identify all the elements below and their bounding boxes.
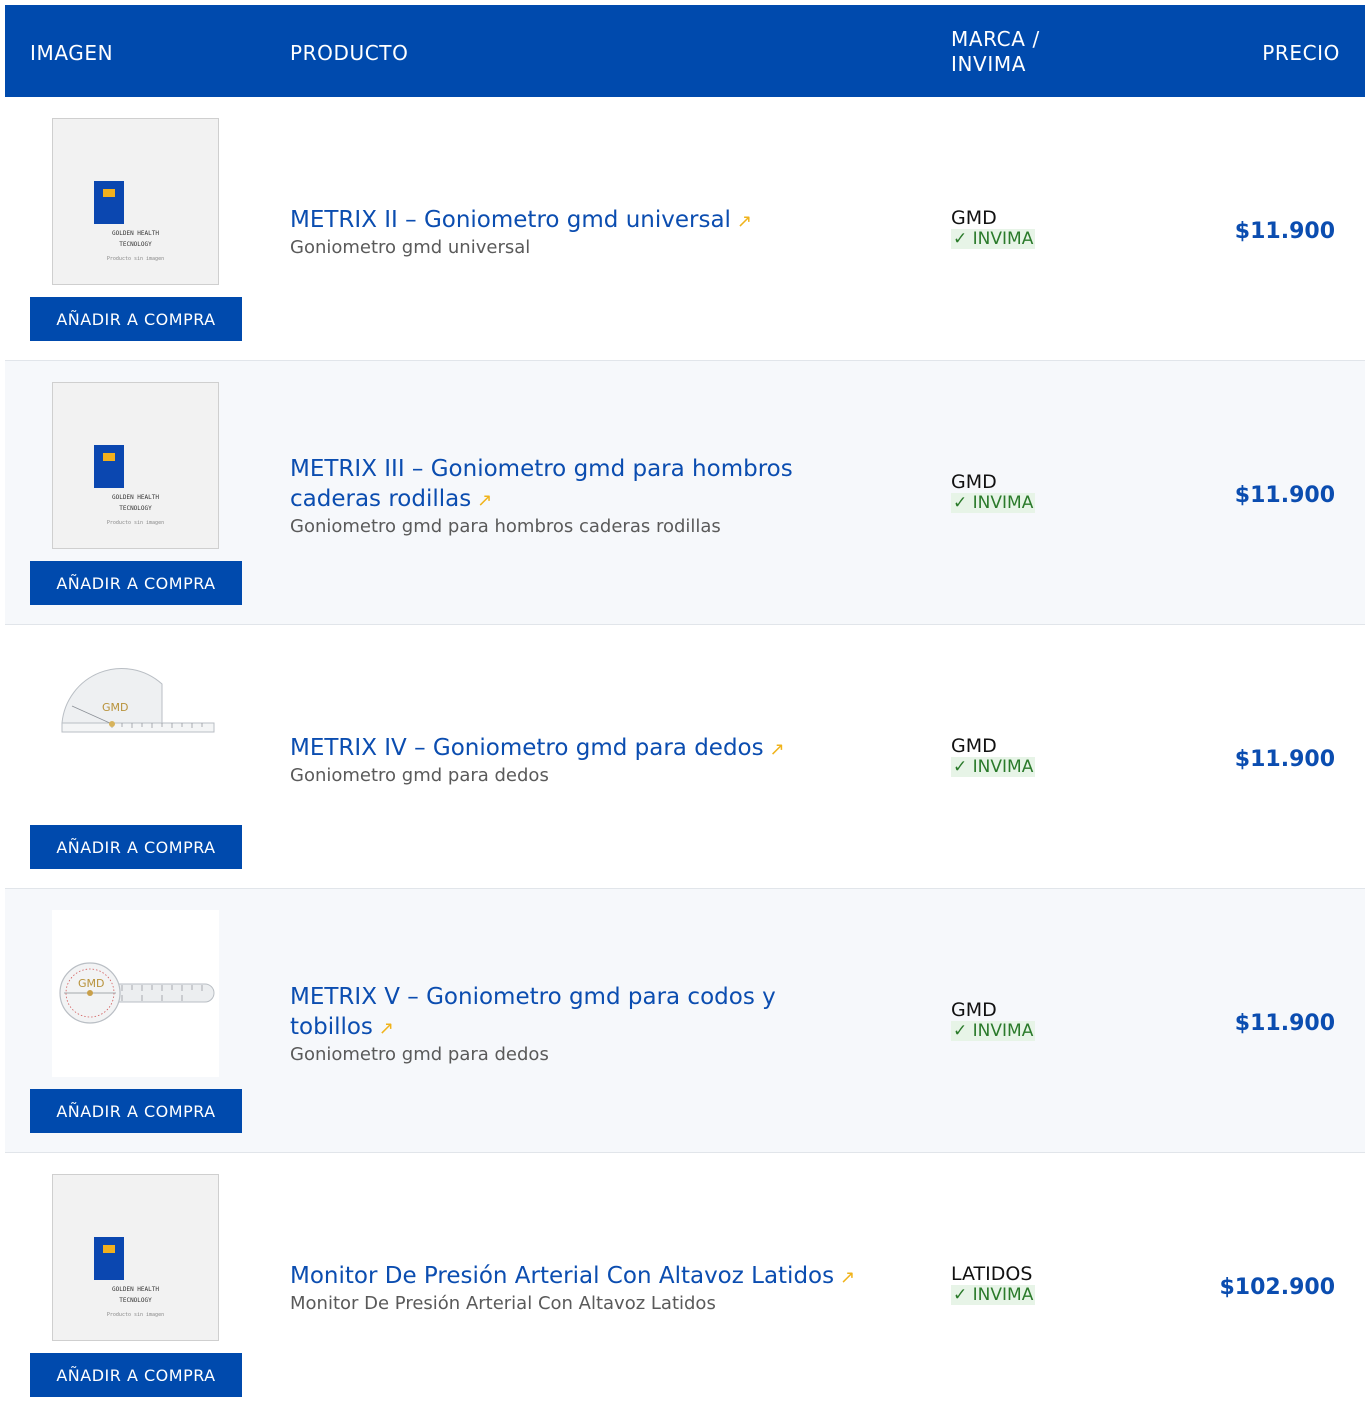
- brand-name: LATIDOS: [951, 1263, 1033, 1285]
- goniometer-half-icon: GMD: [61, 667, 215, 733]
- brand-cell: GMD ✓ INVIMA: [951, 471, 1036, 513]
- placeholder-caption: Producto sin imagen: [106, 1312, 165, 1318]
- product-subtitle: Goniometro gmd universal: [290, 237, 531, 258]
- table-header: IMAGEN PRODUCTO MARCA / INVIMA PRECIO: [5, 5, 1365, 97]
- invima-badge: ✓ INVIMA: [951, 1285, 1036, 1305]
- external-link-icon: ↗: [769, 739, 785, 760]
- goniometer-full-icon: GMD: [59, 962, 215, 1024]
- placeholder-brand: GOLDEN HEALTH: [112, 230, 159, 237]
- price: $11.900: [1234, 483, 1335, 508]
- product-link[interactable]: Monitor De Presión Arterial Con Altavoz …: [290, 1261, 920, 1293]
- invima-badge: ✓ INVIMA: [951, 229, 1036, 249]
- invima-badge: ✓ INVIMA: [951, 493, 1036, 513]
- placeholder-brand-2: TECNOLOGY: [119, 241, 152, 248]
- add-to-cart-button[interactable]: AÑADIR A COMPRA: [30, 561, 242, 605]
- product-info: METRIX II – Goniometro gmd universal ↗ Go…: [290, 205, 850, 258]
- placeholder-brand: GOLDEN HEALTH: [112, 1286, 159, 1293]
- product-image-placeholder[interactable]: GOLDEN HEALTH TECNOLOGY Producto sin ima…: [52, 382, 219, 549]
- golden-health-logo-icon: [94, 181, 124, 224]
- brand-name: GMD: [951, 471, 997, 493]
- table-row: GOLDEN HEALTH TECNOLOGY Producto sin ima…: [5, 361, 1365, 625]
- invima-badge: ✓ INVIMA: [951, 757, 1036, 777]
- goniometer-label: GMD: [102, 701, 129, 714]
- product-info: Monitor De Presión Arterial Con Altavoz …: [290, 1261, 920, 1314]
- header-producto: PRODUCTO: [290, 41, 409, 65]
- invima-badge: ✓ INVIMA: [951, 1021, 1036, 1041]
- header-marca-line1: MARCA /: [951, 27, 1040, 51]
- product-link[interactable]: METRIX IV – Goniometro gmd para dedos ↗: [290, 733, 850, 765]
- external-link-icon: ↗: [477, 490, 493, 511]
- goniometer-label: GMD: [78, 977, 105, 990]
- brand-cell: GMD ✓ INVIMA: [951, 735, 1036, 777]
- golden-health-logo-icon: [94, 445, 124, 488]
- table-row: GOLDEN HEALTH TECNOLOGY Producto sin ima…: [5, 1153, 1365, 1417]
- brand-name: GMD: [951, 999, 997, 1021]
- placeholder-caption: Producto sin imagen: [106, 256, 165, 262]
- add-to-cart-button[interactable]: AÑADIR A COMPRA: [30, 1089, 242, 1133]
- external-link-icon: ↗: [736, 211, 753, 232]
- header-marca-line2: INVIMA: [951, 52, 1026, 76]
- product-table: IMAGEN PRODUCTO MARCA / INVIMA PRECIO GO…: [5, 5, 1365, 1397]
- product-image-goniometer[interactable]: GMD: [52, 910, 219, 1077]
- external-link-icon: ↗: [378, 1018, 395, 1039]
- product-image-placeholder[interactable]: GOLDEN HEALTH TECNOLOGY Producto sin ima…: [52, 1174, 219, 1341]
- product-link[interactable]: METRIX V – Goniometro gmd para codos y t…: [290, 982, 850, 1044]
- product-subtitle: Goniometro gmd para dedos: [290, 765, 549, 786]
- header-precio: PRECIO: [1262, 41, 1340, 65]
- golden-health-logo-icon: [94, 1237, 124, 1280]
- add-to-cart-button[interactable]: AÑADIR A COMPRA: [30, 1353, 242, 1397]
- product-info: METRIX V – Goniometro gmd para codos y t…: [290, 982, 850, 1065]
- product-subtitle: Goniometro gmd para hombros caderas rodi…: [290, 516, 721, 537]
- price: $11.900: [1234, 219, 1335, 244]
- product-info: METRIX IV – Goniometro gmd para dedos ↗ G…: [290, 733, 850, 786]
- brand-cell: GMD ✓ INVIMA: [951, 207, 1036, 249]
- placeholder-brand-2: TECNOLOGY: [119, 1297, 152, 1304]
- price: $11.900: [1234, 1011, 1335, 1036]
- product-info: METRIX III – Goniometro gmd para hombros…: [290, 454, 850, 537]
- placeholder-caption: Producto sin imagen: [106, 520, 165, 526]
- price: $102.900: [1219, 1275, 1335, 1300]
- brand-name: GMD: [951, 207, 997, 229]
- product-link[interactable]: METRIX II – Goniometro gmd universal ↗: [290, 205, 850, 237]
- table-row: GMD AÑADIR A COMPRA METRIX IV – Goniomet…: [5, 625, 1365, 889]
- brand-cell: GMD ✓ INVIMA: [951, 999, 1036, 1041]
- add-to-cart-button[interactable]: AÑADIR A COMPRA: [30, 825, 242, 869]
- placeholder-brand: GOLDEN HEALTH: [112, 494, 159, 501]
- header-marca: MARCA / INVIMA: [951, 27, 1081, 77]
- price: $11.900: [1234, 747, 1335, 772]
- table-row: GMD AÑADIR A COMPRA METRIX V – Goniometr…: [5, 889, 1365, 1153]
- product-image-placeholder[interactable]: GOLDEN HEALTH TECNOLOGY Producto sin ima…: [52, 118, 219, 285]
- product-link[interactable]: METRIX III – Goniometro gmd para hombros…: [290, 454, 850, 516]
- header-imagen: IMAGEN: [30, 41, 114, 65]
- add-to-cart-button[interactable]: AÑADIR A COMPRA: [30, 297, 242, 341]
- brand-cell: LATIDOS ✓ INVIMA: [951, 1263, 1036, 1305]
- product-subtitle: Monitor De Presión Arterial Con Altavoz …: [290, 1293, 716, 1314]
- placeholder-brand-2: TECNOLOGY: [119, 505, 152, 512]
- product-image-goniometer[interactable]: GMD: [52, 646, 219, 813]
- external-link-icon: ↗: [840, 1267, 856, 1288]
- brand-name: GMD: [951, 735, 997, 757]
- table-row: GOLDEN HEALTH TECNOLOGY Producto sin ima…: [5, 97, 1365, 361]
- product-subtitle: Goniometro gmd para dedos: [290, 1044, 549, 1065]
